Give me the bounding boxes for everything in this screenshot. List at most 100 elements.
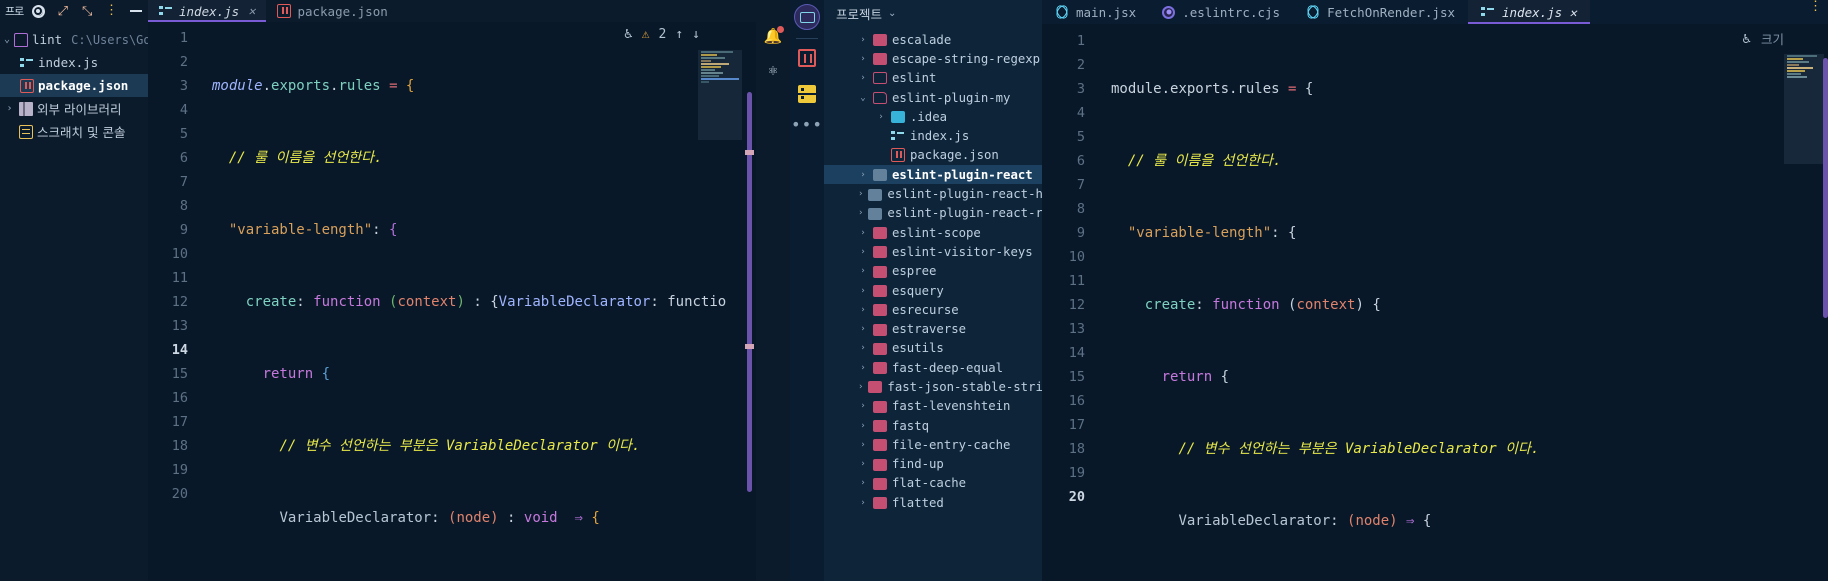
tree-item[interactable]: › eslint bbox=[824, 69, 1042, 88]
project-panel-header[interactable]: 프로젝트 ⌄ bbox=[824, 0, 1042, 27]
tree-item[interactable]: › eslint-scope bbox=[824, 223, 1042, 242]
chevron-right-icon[interactable]: › bbox=[858, 305, 868, 315]
chevron-right-icon[interactable]: › bbox=[858, 440, 868, 450]
tree-item[interactable]: › eslint-plugin-react bbox=[824, 165, 1042, 185]
tab-label: index.js bbox=[179, 3, 240, 19]
tree-item-label: escape-string-regexp bbox=[892, 51, 1041, 66]
chevron-right-icon[interactable]: › bbox=[858, 498, 868, 508]
code-line: "variable-length": { bbox=[1127, 225, 1297, 241]
chevron-right-icon[interactable]: › bbox=[858, 363, 868, 373]
nav-down-icon[interactable]: ↓ bbox=[692, 27, 700, 42]
notification-bell-icon[interactable]: 🔔 bbox=[764, 26, 785, 45]
folder-icon bbox=[873, 265, 887, 278]
right-editor-body[interactable]: 1 2 3 4 5 6 7 8 9 10 11 12 13 14 15 16 1 bbox=[1042, 24, 1828, 581]
tree-item[interactable]: › .idea bbox=[824, 107, 1042, 126]
chevron-right-icon[interactable]: › bbox=[876, 112, 886, 122]
tree-item[interactable]: › fast-levenshtein bbox=[824, 397, 1042, 416]
tree-item-scratches[interactable]: 스크래치 및 콘솔 bbox=[0, 120, 148, 143]
warning-count: 2 bbox=[658, 26, 667, 42]
tree-item[interactable]: › fast-json-stable-stringif bbox=[824, 377, 1042, 396]
project-tree-list[interactable]: › escalade › escape-string-regexp › eslint ⌄ es… bbox=[824, 27, 1042, 581]
line-number: 7 bbox=[179, 174, 188, 190]
chevron-right-icon[interactable]: › bbox=[858, 35, 868, 45]
tree-item[interactable]: › escalade bbox=[824, 30, 1042, 49]
chevron-right-icon[interactable]: › bbox=[858, 228, 868, 238]
tree-item-package-json[interactable]: package.json bbox=[0, 74, 148, 97]
tree-item-lint[interactable]: ⌄ lint C:\Users\Goda bbox=[0, 28, 165, 51]
chevron-right-icon[interactable]: › bbox=[858, 54, 868, 64]
chevron-right-icon[interactable]: › bbox=[858, 247, 868, 257]
tree-item[interactable]: › escape-string-regexp bbox=[824, 49, 1042, 68]
tree-item[interactable]: index.js bbox=[824, 126, 1042, 145]
chevron-right-icon[interactable]: › bbox=[858, 401, 868, 411]
tree-item[interactable]: › fast-deep-equal bbox=[824, 358, 1042, 377]
tree-item[interactable]: package.json bbox=[824, 146, 1042, 165]
right-minimap[interactable] bbox=[1784, 54, 1824, 164]
chevron-right-icon[interactable]: › bbox=[858, 421, 868, 431]
collapse-icon[interactable]: ⤡ bbox=[75, 0, 99, 22]
chevron-right-icon[interactable]: › bbox=[858, 382, 863, 392]
warning-triangle-icon[interactable]: ⚠ bbox=[642, 27, 650, 42]
tree-item[interactable]: › find-up bbox=[824, 455, 1042, 474]
close-icon[interactable]: ✕ bbox=[248, 4, 255, 18]
chevron-right-icon[interactable]: › bbox=[858, 324, 868, 334]
more-vertical-icon[interactable]: ⋮ bbox=[1809, 0, 1822, 13]
tab-package-json[interactable]: package.json bbox=[266, 0, 398, 22]
chevron-down-icon[interactable]: ⌄ bbox=[4, 34, 10, 45]
chevron-right-icon[interactable]: › bbox=[858, 73, 868, 83]
chevron-right-icon[interactable]: › bbox=[858, 286, 868, 296]
chevron-down-icon[interactable]: ⌄ bbox=[888, 8, 896, 19]
right-scrollbar[interactable] bbox=[1823, 58, 1828, 318]
tree-item-label: flatted bbox=[892, 495, 944, 510]
atom-icon[interactable]: ⚛ bbox=[768, 61, 777, 79]
chevron-right-icon[interactable]: › bbox=[4, 103, 15, 114]
nav-up-icon[interactable]: ↑ bbox=[675, 27, 683, 42]
tree-item[interactable]: › esutils bbox=[824, 339, 1042, 358]
tab-index-js[interactable]: index.js ✕ bbox=[148, 0, 267, 22]
tree-item-index-js[interactable]: index.js bbox=[0, 51, 148, 74]
tree-item[interactable]: › flat-cache bbox=[824, 474, 1042, 493]
tab-index-js[interactable]: index.js ✕ bbox=[1468, 0, 1590, 24]
left-editor[interactable]: 1 2 3 4 5 6 7 8 9 10 11 12 13 14 15 16 1 bbox=[148, 22, 756, 581]
tree-item[interactable]: › flatted bbox=[824, 493, 1042, 512]
tree-item[interactable]: › fastq bbox=[824, 416, 1042, 435]
tree-item[interactable]: › eslint-plugin-react-ref bbox=[824, 204, 1042, 223]
close-icon[interactable]: ✕ bbox=[1569, 5, 1577, 20]
tree-item[interactable]: › eslint-plugin-react-hooks bbox=[824, 184, 1042, 203]
monitor-logo-icon[interactable] bbox=[794, 4, 820, 30]
tree-item[interactable]: › espree bbox=[824, 262, 1042, 281]
tree-item[interactable]: ⌄ eslint-plugin-my bbox=[824, 88, 1042, 107]
chevron-right-icon[interactable]: › bbox=[858, 170, 868, 180]
more-dots-icon[interactable]: ••• bbox=[791, 117, 823, 133]
target-icon[interactable] bbox=[26, 0, 50, 22]
tree-item[interactable]: › esquery bbox=[824, 281, 1042, 300]
json-tool-icon[interactable] bbox=[798, 49, 816, 67]
chevron-right-icon[interactable]: › bbox=[858, 343, 868, 353]
minimize-icon[interactable] bbox=[124, 0, 148, 22]
tree-item-label: index.js bbox=[910, 129, 970, 144]
tab-fetchonrender-jsx[interactable]: FetchOnRender.jsx bbox=[1293, 0, 1468, 24]
tree-item-external-libraries[interactable]: › 외부 라이브러리 bbox=[0, 97, 148, 120]
right-code-content[interactable]: module.exports.rules = { // 룰 이름을 선언한다. … bbox=[1098, 24, 1828, 581]
eye-off-icon[interactable]: ♿ bbox=[624, 26, 632, 42]
chevron-right-icon[interactable]: › bbox=[858, 189, 863, 199]
more-vertical-icon[interactable]: ⋮ bbox=[99, 0, 123, 22]
expand-icon[interactable]: ⤢ bbox=[51, 0, 75, 22]
tab-eslintrc-cjs[interactable]: .eslintrc.cjs bbox=[1149, 0, 1293, 24]
left-minimap[interactable] bbox=[698, 50, 742, 140]
project-toggle-icon[interactable]: 프로 bbox=[2, 0, 26, 22]
code-line: create: function (context) : {VariableDe… bbox=[245, 294, 727, 310]
chevron-right-icon[interactable]: › bbox=[858, 459, 868, 469]
chevron-right-icon[interactable]: › bbox=[858, 478, 868, 488]
database-icon[interactable] bbox=[798, 85, 816, 103]
chevron-down-icon[interactable]: ⌄ bbox=[858, 93, 868, 103]
eye-off-icon[interactable]: ♿ bbox=[1743, 31, 1751, 47]
tree-item[interactable]: › eslint-visitor-keys bbox=[824, 242, 1042, 261]
chevron-right-icon[interactable]: › bbox=[858, 208, 863, 218]
tree-item[interactable]: › file-entry-cache bbox=[824, 435, 1042, 454]
tree-item[interactable]: › estraverse bbox=[824, 319, 1042, 338]
tab-main-jsx[interactable]: main.jsx bbox=[1042, 0, 1149, 24]
tree-item[interactable]: › esrecurse bbox=[824, 300, 1042, 319]
chevron-right-icon[interactable]: › bbox=[858, 266, 868, 276]
left-code-content[interactable]: module.exports.rules = { // 룰 이름을 선언한다. … bbox=[200, 22, 756, 581]
